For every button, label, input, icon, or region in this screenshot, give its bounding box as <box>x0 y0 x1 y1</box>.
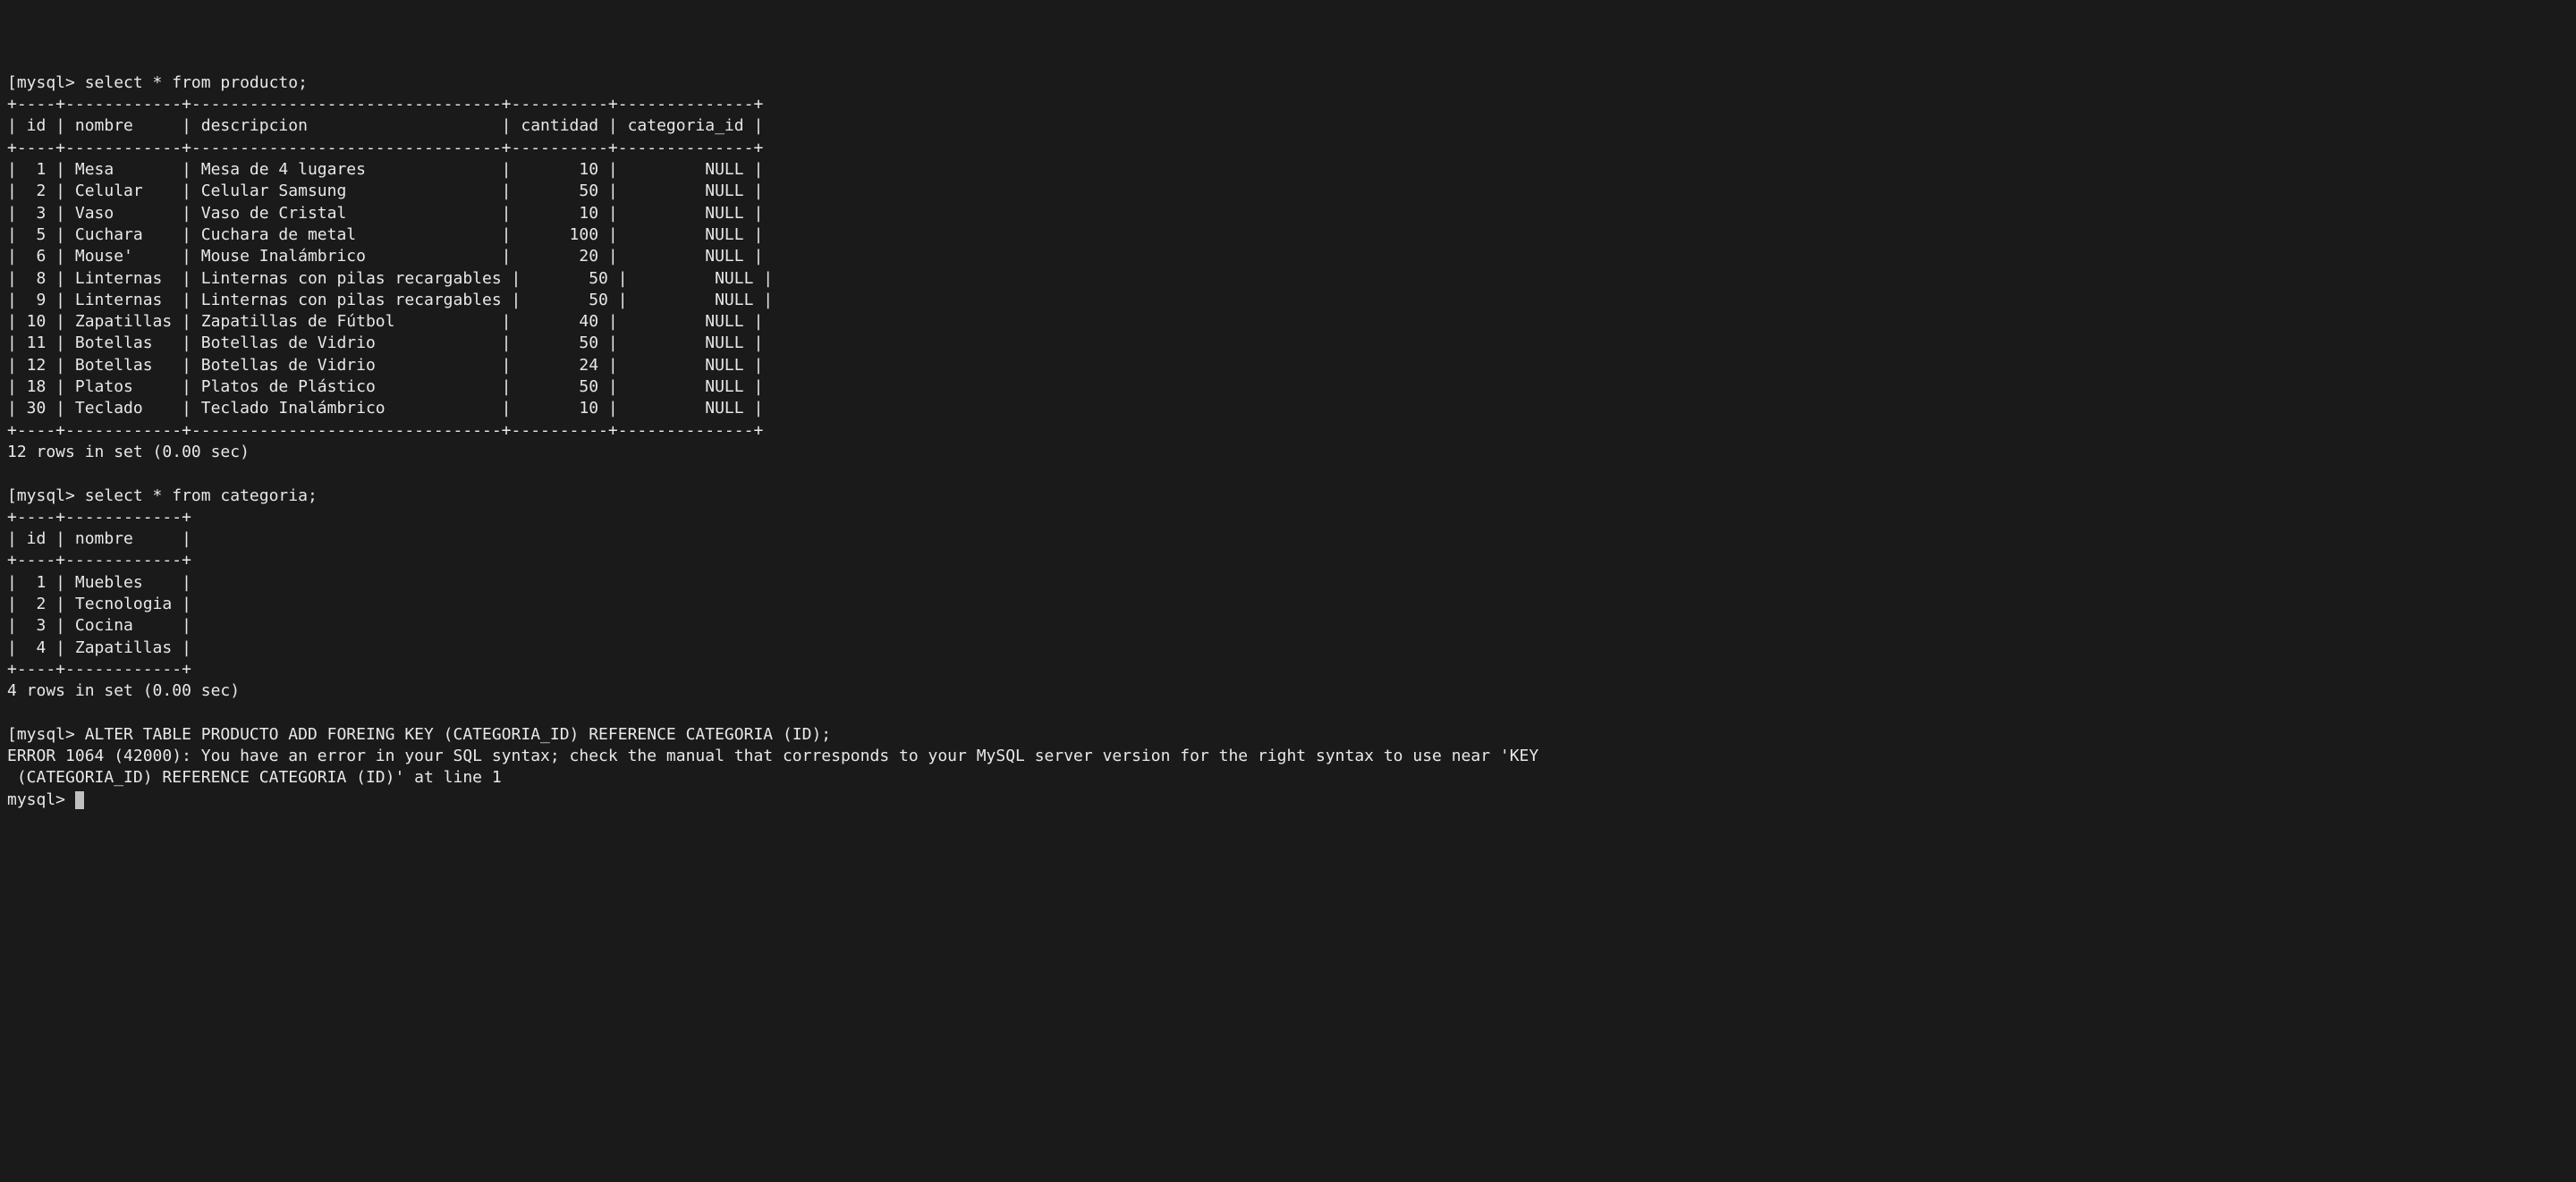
terminal-output[interactable]: [mysql> select * from producto; +----+--… <box>7 72 2569 811</box>
cursor <box>75 791 84 809</box>
